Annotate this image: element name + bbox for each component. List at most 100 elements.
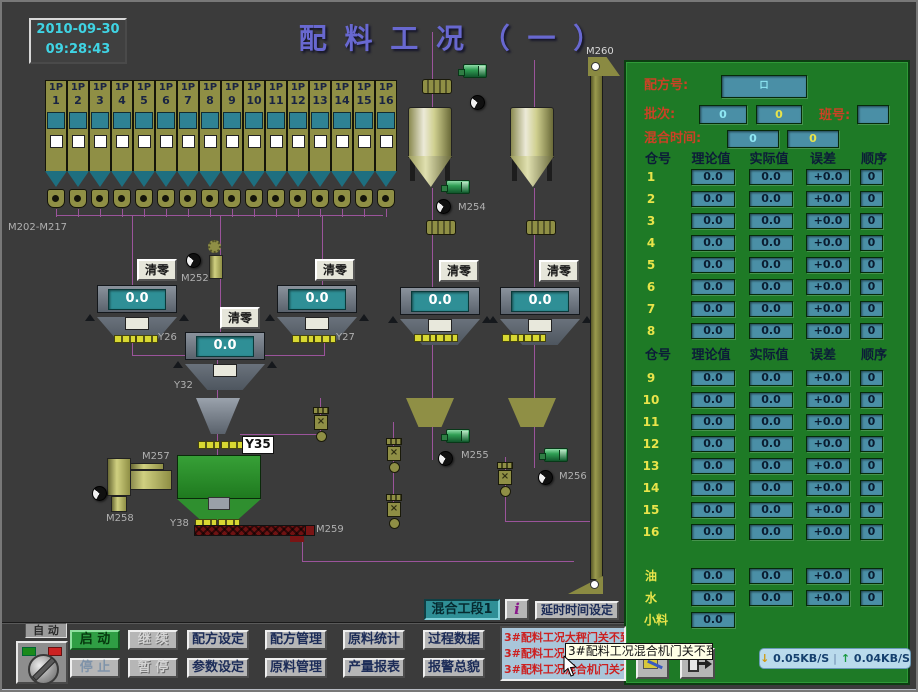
upload-arrow-icon: ↑ <box>841 652 850 665</box>
mixing-section-button[interactable]: 混合工段1 <box>424 599 500 620</box>
recipe-setting-button[interactable]: 配方设定 <box>187 630 249 650</box>
feeder-window <box>69 112 87 129</box>
bin-12-order-value: 0 <box>860 436 883 452</box>
feeder-unit-14: 1P14 <box>331 80 353 172</box>
process-data-button[interactable]: 过程数据 <box>423 630 485 650</box>
clear-button-y27[interactable]: 清零 <box>315 259 355 281</box>
feeder-group-label: M202-M217 <box>8 222 67 234</box>
bin-9-order-value: 0 <box>860 370 883 386</box>
scale-value-display: 0.0 <box>108 289 166 310</box>
bin-4-theory-value: 0.0 <box>691 235 735 251</box>
extra-1-error-value: +0.0 <box>806 590 850 606</box>
bin-9-actual-value: 0.0 <box>749 370 793 386</box>
buffer-hopper <box>406 398 454 427</box>
bin-1-theory-value: 0.0 <box>691 169 735 185</box>
rotary-valve-icon <box>179 189 197 208</box>
mode-selector-knob[interactable] <box>28 654 59 685</box>
motor-icon <box>544 448 568 462</box>
bin-8-actual-value: 0.0 <box>749 323 793 339</box>
pipe-line <box>505 521 591 522</box>
bin-3-theory-value: 0.0 <box>691 213 735 229</box>
small-material-value: 0.0 <box>691 612 735 628</box>
status-indicator-icon <box>470 95 485 110</box>
pause-button[interactable]: 暂 停 <box>128 658 178 678</box>
status-indicator-icon <box>436 199 451 214</box>
feeder-number: 12 <box>288 94 308 107</box>
scale-label-y27: Y27 <box>336 332 355 344</box>
mixer-gate <box>208 497 230 510</box>
continue-button[interactable]: 继 续 <box>128 630 178 650</box>
material-manage-button[interactable]: 原料管理 <box>265 658 327 678</box>
feeder-prefix: 1P <box>288 82 308 94</box>
gate-indicator-strip <box>292 335 314 343</box>
feeder-prefix: 1P <box>156 82 176 94</box>
feeder-led <box>160 135 173 148</box>
bin-15-theory-value: 0.0 <box>691 502 735 518</box>
valve-icon <box>422 79 452 94</box>
bin-2-number: 2 <box>636 191 666 207</box>
pipe-line <box>386 209 387 217</box>
clear-button-scale4[interactable]: 清零 <box>439 260 479 282</box>
feeder-prefix: 1P <box>332 82 352 94</box>
bin-5-theory-value: 0.0 <box>691 257 735 273</box>
feeder-unit-15: 1P15 <box>353 80 375 172</box>
feeder-led <box>138 135 151 148</box>
feeder-unit-13: 1P13 <box>309 80 331 172</box>
auto-mode-label: 自 动 <box>25 623 67 638</box>
bin-16-order-value: 0 <box>860 524 883 540</box>
valve-icon <box>426 220 456 235</box>
bin-8-order-value: 0 <box>860 323 883 339</box>
gate-indicator-strip <box>114 335 136 343</box>
feeder-cone-icon <box>111 171 133 187</box>
feeder-unit-2: 1P2 <box>67 80 89 172</box>
bin-4-number: 4 <box>636 235 666 251</box>
bin-13-theory-value: 0.0 <box>691 458 735 474</box>
param-setting-button[interactable]: 参数设定 <box>187 658 249 678</box>
feeder-prefix: 1P <box>266 82 286 94</box>
info-icon[interactable]: i <box>505 599 529 620</box>
bin-13-number: 13 <box>636 458 666 474</box>
bin-10-error-value: +0.0 <box>806 392 850 408</box>
feeder-prefix: 1P <box>46 82 66 94</box>
bin-9-number: 9 <box>636 370 666 386</box>
feeder-cone-icon <box>89 171 111 187</box>
silo-body <box>510 107 554 158</box>
feeder-unit-11: 1P11 <box>265 80 287 172</box>
feeder-led <box>248 135 261 148</box>
feeder-unit-4: 1P4 <box>111 80 133 172</box>
clear-button-scale5[interactable]: 清零 <box>539 260 579 282</box>
elevator-pulley-icon <box>590 580 599 589</box>
equipment-label-m258: M258 <box>106 513 134 525</box>
clear-button-y32[interactable]: 清零 <box>220 307 260 329</box>
bin-13-order-value: 0 <box>860 458 883 474</box>
bin-11-theory-value: 0.0 <box>691 414 735 430</box>
feeder-led <box>270 135 283 148</box>
feeder-cone-icon <box>177 171 199 187</box>
feeder-prefix: 1P <box>376 82 396 94</box>
recipe-manage-button[interactable]: 配方管理 <box>265 630 327 650</box>
feeder-unit-7: 1P7 <box>177 80 199 172</box>
clear-button-y26[interactable]: 清零 <box>137 259 177 281</box>
gate-indicator-strip <box>524 334 546 342</box>
bin-3-actual-value: 0.0 <box>749 213 793 229</box>
alarm-summary-button[interactable]: 报警总貌 <box>423 658 485 678</box>
material-stats-button[interactable]: 原料统计 <box>343 630 405 650</box>
scale-label-y32: Y32 <box>174 380 193 392</box>
bin-8-theory-value: 0.0 <box>691 323 735 339</box>
output-report-button[interactable]: 产量报表 <box>343 658 405 678</box>
feeder-window <box>135 112 153 129</box>
pipe-line <box>432 188 433 287</box>
delay-time-button[interactable]: 延时时间设定 <box>535 601 619 620</box>
start-button[interactable]: 启 动 <box>70 630 120 650</box>
feeder-unit-5: 1P5 <box>133 80 155 172</box>
bin-10-order-value: 0 <box>860 392 883 408</box>
status-indicator-icon <box>186 253 201 268</box>
bin-12-error-value: +0.0 <box>806 436 850 452</box>
feeder-unit-16: 1P16 <box>375 80 397 172</box>
buffer-hopper <box>508 398 556 427</box>
extra-0-theory-value: 0.0 <box>691 568 735 584</box>
rotary-valve-icon <box>377 189 395 208</box>
feeder-number: 10 <box>244 94 264 107</box>
scale-value-display: 0.0 <box>288 289 346 310</box>
stop-button[interactable]: 停 止 <box>70 658 120 678</box>
